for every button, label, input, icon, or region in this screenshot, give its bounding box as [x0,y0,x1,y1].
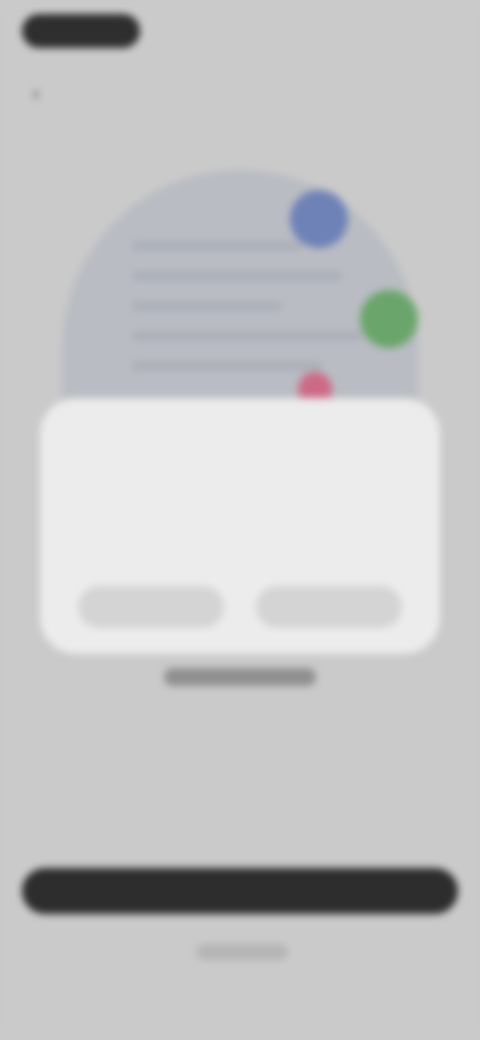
footer-subtext[interactable] [196,944,288,960]
illustration-line [132,332,362,340]
map-marker-icon [290,190,348,248]
dialog-right-button[interactable] [256,586,402,628]
back-label: ‹ [32,82,40,105]
primary-cta-button[interactable] [22,868,458,914]
back-arrow-icon[interactable]: ‹ [24,82,48,106]
secondary-link[interactable] [164,668,316,686]
illustration-line [132,242,302,250]
illustration-line [132,272,342,280]
illustration-line [132,302,282,310]
illustration-line [132,362,322,370]
app-screen: ‹ [0,0,480,1040]
dialog-left-button[interactable] [78,586,224,628]
permission-dialog [40,398,440,654]
location-pin-icon [360,290,418,348]
hero-illustration [62,170,418,430]
status-pill [22,14,140,48]
